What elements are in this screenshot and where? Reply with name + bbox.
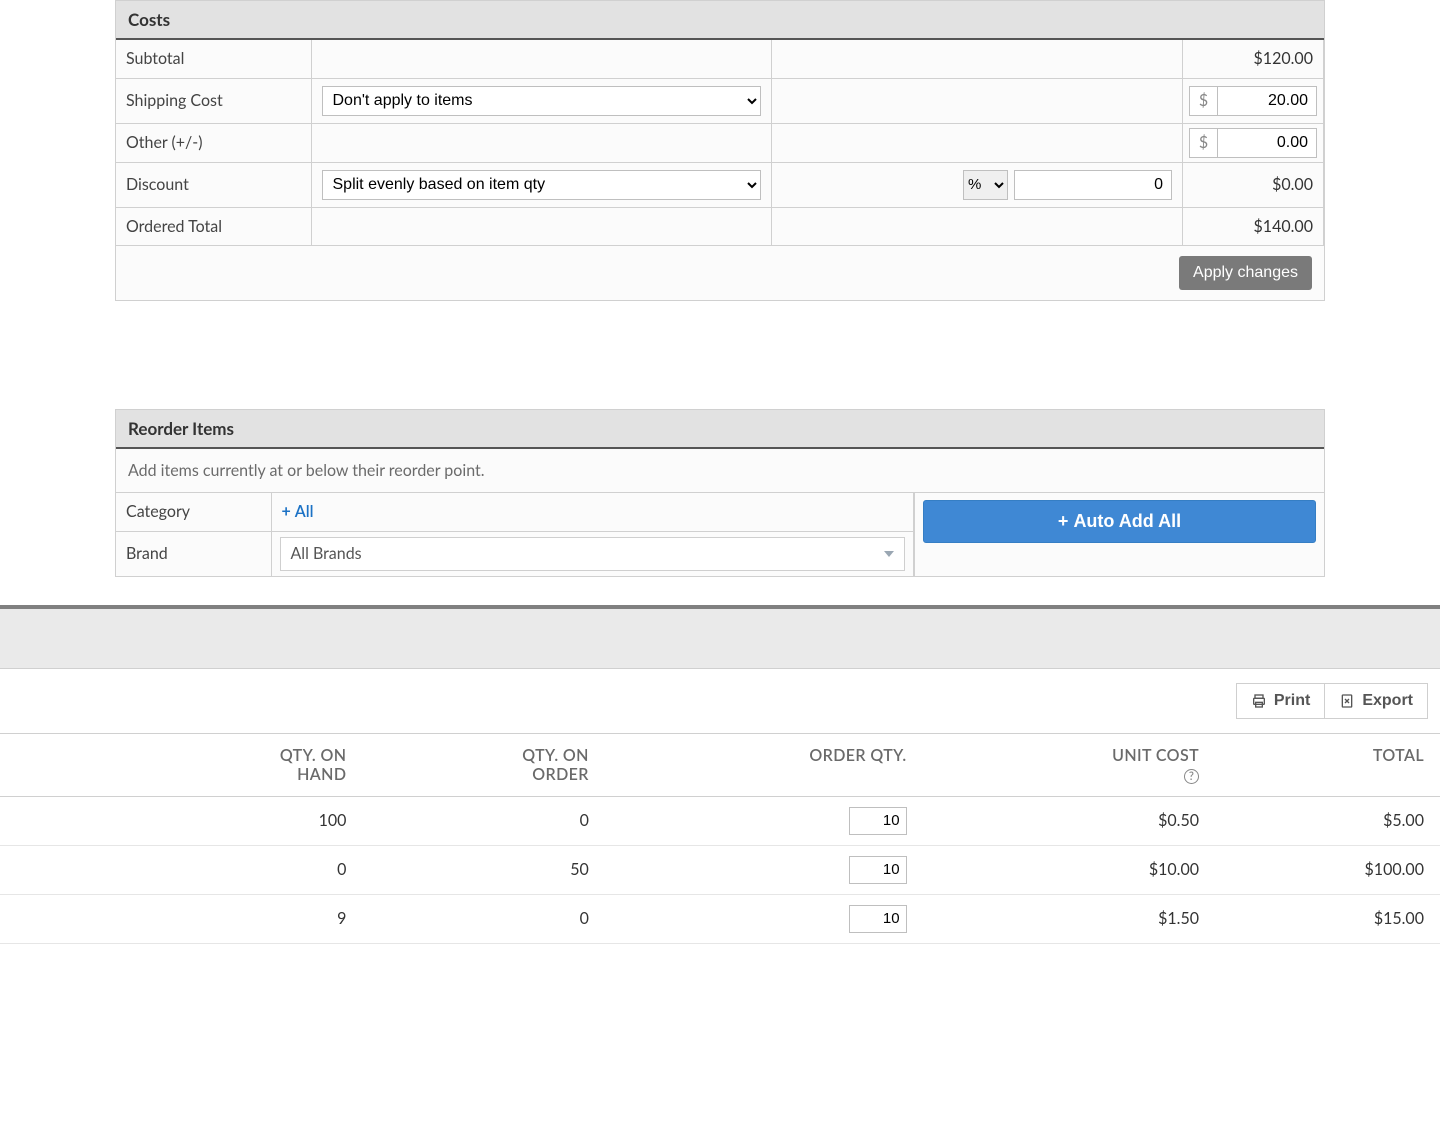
print-label: Print <box>1274 692 1310 710</box>
table-row: 90 $1.50$15.00 <box>0 894 1440 943</box>
other-label: Other (+/-) <box>116 123 311 162</box>
cell-qty-on-order: 0 <box>362 796 604 845</box>
table-row: 1000 $0.50$5.00 <box>0 796 1440 845</box>
plus-icon: + <box>1058 511 1069 531</box>
chevron-down-icon <box>884 551 894 557</box>
cell-unit-cost: $0.50 <box>923 796 1215 845</box>
order-qty-input[interactable] <box>849 807 907 835</box>
discount-method-select[interactable]: Split evenly based on item qty <box>322 170 761 200</box>
order-qty-input[interactable] <box>849 905 907 933</box>
table-row: 050 $10.00$100.00 <box>0 845 1440 894</box>
section-header-band <box>0 609 1440 669</box>
discount-label: Discount <box>116 162 311 207</box>
cell-qty-on-order: 50 <box>362 845 604 894</box>
brand-select[interactable]: All Brands <box>280 537 906 571</box>
cell-total: $100.00 <box>1215 845 1440 894</box>
plus-icon: + <box>282 502 291 521</box>
cell-unit-cost: $10.00 <box>923 845 1215 894</box>
costs-title: Costs <box>116 1 1324 40</box>
order-qty-input[interactable] <box>849 856 907 884</box>
category-value: All <box>295 502 314 521</box>
cell-unit-cost: $1.50 <box>923 894 1215 943</box>
col-unit-cost: UNIT COST ? <box>923 733 1215 796</box>
col-qty-on-hand: QTY. ONHAND <box>120 733 362 796</box>
help-icon[interactable]: ? <box>1184 769 1199 784</box>
category-filter-link[interactable]: +All <box>282 502 314 521</box>
cell-qty-on-hand: 0 <box>120 845 362 894</box>
other-row: Other (+/-) $ <box>116 123 1324 162</box>
apply-changes-button[interactable]: Apply changes <box>1179 256 1312 290</box>
discount-amount-input[interactable] <box>1014 170 1172 200</box>
ordered-total-label: Ordered Total <box>116 207 311 245</box>
currency-symbol: $ <box>1189 86 1217 116</box>
export-icon <box>1339 693 1355 709</box>
cell-qty-on-hand: 100 <box>120 796 362 845</box>
auto-add-all-button[interactable]: +Auto Add All <box>923 500 1316 543</box>
col-order-qty: ORDER QTY. <box>605 733 923 796</box>
subtotal-value: $120.00 <box>1183 40 1324 78</box>
brand-label: Brand <box>116 531 271 576</box>
print-button[interactable]: Print <box>1236 683 1325 719</box>
other-amount-input[interactable] <box>1217 128 1317 158</box>
items-toolbar: Print Export <box>0 669 1440 733</box>
cell-total: $5.00 <box>1215 796 1440 845</box>
items-table: QTY. ONHAND QTY. ONORDER ORDER QTY. UNIT… <box>0 733 1440 944</box>
export-button[interactable]: Export <box>1325 683 1428 719</box>
cell-order-qty <box>605 845 923 894</box>
shipping-method-select[interactable]: Don't apply to items <box>322 86 761 116</box>
cell-order-qty <box>605 894 923 943</box>
cell-order-qty <box>605 796 923 845</box>
reorder-description: Add items currently at or below their re… <box>116 449 1324 493</box>
ordered-total-row: Ordered Total $140.00 <box>116 207 1324 245</box>
ordered-total-value: $140.00 <box>1183 207 1324 245</box>
col-total: TOTAL <box>1215 733 1440 796</box>
reorder-panel: Reorder Items Add items currently at or … <box>115 409 1325 577</box>
subtotal-label: Subtotal <box>116 40 311 78</box>
discount-value: $0.00 <box>1183 162 1324 207</box>
shipping-row: Shipping Cost Don't apply to items $ <box>116 78 1324 123</box>
shipping-label: Shipping Cost <box>116 78 311 123</box>
shipping-amount-input[interactable] <box>1217 86 1317 116</box>
cell-qty-on-hand: 9 <box>120 894 362 943</box>
col-qty-on-order: QTY. ONORDER <box>362 733 604 796</box>
subtotal-row: Subtotal $120.00 <box>116 40 1324 78</box>
brand-value: All Brands <box>291 544 362 563</box>
category-label: Category <box>116 493 271 531</box>
export-label: Export <box>1362 692 1413 710</box>
auto-add-label: Auto Add All <box>1073 511 1181 531</box>
print-icon <box>1251 693 1267 709</box>
cell-qty-on-order: 0 <box>362 894 604 943</box>
costs-panel: Costs Subtotal $120.00 Shipping Cost Don… <box>115 0 1325 301</box>
cell-total: $15.00 <box>1215 894 1440 943</box>
discount-row: Discount Split evenly based on item qty … <box>116 162 1324 207</box>
currency-symbol: $ <box>1189 128 1217 158</box>
discount-unit-select[interactable]: % <box>963 170 1008 200</box>
reorder-title: Reorder Items <box>116 410 1324 449</box>
